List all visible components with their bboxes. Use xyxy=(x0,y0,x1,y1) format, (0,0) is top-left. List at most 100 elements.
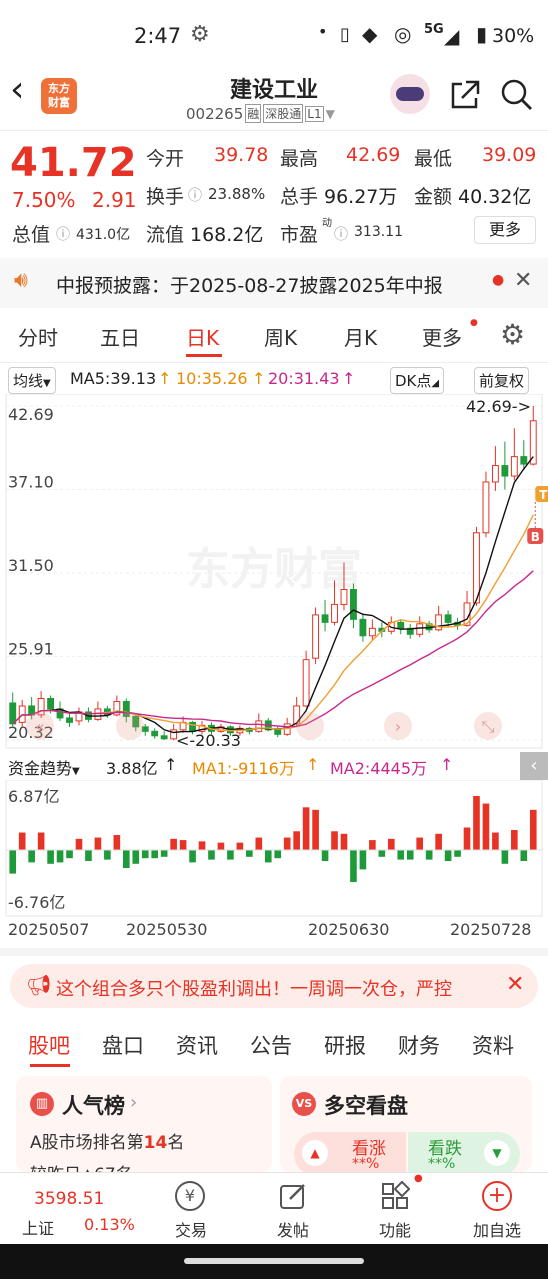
flow-bar-inflow xyxy=(369,840,376,850)
bear-button[interactable]: 看跌 **% ▼ xyxy=(408,1132,520,1172)
dk-point-button[interactable]: DK点◢ xyxy=(390,367,445,394)
fund-flow-select[interactable]: 资金趋势▼ xyxy=(8,755,80,779)
float-label: 流值 xyxy=(146,224,185,246)
sentiment-card[interactable]: VS 多空看盘 ▲ 看涨 **% 看跌 **% ▼ xyxy=(280,1076,532,1172)
candle-body xyxy=(151,730,159,737)
functions-button[interactable]: ● 功能 xyxy=(364,1173,426,1241)
tab-research[interactable]: 研报 xyxy=(324,1030,366,1060)
popularity-card[interactable]: ▥ 人气榜 › A股市场排名第14名 较昨日▲67名 xyxy=(16,1076,272,1172)
tab-more[interactable]: 更多 xyxy=(422,322,462,351)
chart-zoom-in-button[interactable] xyxy=(296,712,324,740)
tab-announcements[interactable]: 公告 xyxy=(250,1030,292,1060)
home-gesture-handle[interactable] xyxy=(184,1258,364,1264)
candle-body xyxy=(350,588,357,620)
settings-gear-icon[interactable]: ⚙ xyxy=(500,318,525,351)
info-icon[interactable]: ⓘ xyxy=(188,185,202,205)
flow-bar-outflow xyxy=(141,850,149,859)
up-arrow-icon: ↑ xyxy=(306,755,320,774)
add-watchlist-button[interactable]: + 加自选 xyxy=(464,1179,530,1241)
high-value: 42.69 xyxy=(346,144,401,166)
info-icon[interactable]: ⓘ xyxy=(56,224,70,244)
hotspot-icon: ◎ xyxy=(394,22,412,46)
notice-bar[interactable]: 🔊︎ 中报预披露：于2025-08-27披露2025年中报 ● ✕ xyxy=(0,258,548,308)
popularity-change: 较昨日▲67名 xyxy=(30,1160,133,1172)
candle-body xyxy=(368,627,376,637)
dk-point-label: DK点 xyxy=(395,372,432,390)
high-label: 最高 xyxy=(280,148,319,170)
flow-bar-outflow xyxy=(274,850,282,859)
low-value: 39.09 xyxy=(482,144,537,166)
functions-label: 功能 xyxy=(378,1221,411,1240)
flow-bar-outflow xyxy=(28,850,35,863)
tab-profile[interactable]: 资料 xyxy=(472,1030,514,1060)
tab-monthly-k[interactable]: 月K xyxy=(344,322,377,351)
candle-body xyxy=(274,729,282,735)
assistant-avatar[interactable] xyxy=(390,74,430,114)
y-tick-label: 31.50 xyxy=(8,556,54,575)
index-ticker[interactable]: 3598.51 上证 0.13% xyxy=(0,1173,150,1245)
flow-bar-inflow xyxy=(302,807,310,850)
trade-button[interactable]: ¥ 交易 xyxy=(160,1179,222,1241)
flow-bar-outflow xyxy=(208,850,215,860)
tab-weekly-k[interactable]: 周K xyxy=(264,322,297,351)
share-icon[interactable] xyxy=(448,78,482,112)
post-button[interactable]: 发帖 xyxy=(262,1179,324,1241)
candle-body xyxy=(18,705,26,723)
info-icon[interactable]: ⓘ xyxy=(334,224,348,244)
close-icon[interactable]: ✕ xyxy=(514,268,532,293)
candlestick-chart[interactable]: 42.6937.1031.5025.9120.32东方财富42.69-><-20… xyxy=(0,394,548,750)
flow-bar-outflow xyxy=(104,850,111,860)
tab-orderbook[interactable]: 盘口 xyxy=(102,1030,144,1060)
flow-bar-outflow xyxy=(321,850,329,861)
promo-banner[interactable]: 📢︎ 这个组合多只个股盈利调出！一周调一次仓，严控 ✕ xyxy=(10,964,538,1008)
rank-value: 14 xyxy=(143,1133,168,1153)
unread-dot-icon: ● xyxy=(414,1173,423,1184)
candle-body xyxy=(94,708,102,720)
flow-bar-outflow xyxy=(56,850,64,863)
promo-text: 这个组合多只个股盈利调出！一周调一次仓，严控 xyxy=(56,979,452,1000)
candle-body xyxy=(510,456,518,477)
tab-financials[interactable]: 财务 xyxy=(398,1030,440,1060)
close-icon[interactable]: ✕ xyxy=(506,972,524,997)
tab-forum[interactable]: 股吧 xyxy=(28,1030,70,1060)
versus-icon: VS xyxy=(292,1092,316,1116)
tab-daily-k[interactable]: 日K xyxy=(186,322,219,351)
more-button[interactable]: 更多 xyxy=(474,216,536,244)
double-left-icon: « xyxy=(35,717,45,736)
flow-bar-inflow xyxy=(312,809,319,850)
candle-body xyxy=(312,614,320,659)
flow-bar-outflow xyxy=(350,850,357,882)
y-tick-label: 42.69 xyxy=(8,405,54,424)
quote-panel: 41.72 7.50% 2.91 总值 ⓘ 431.0亿 今开 39.78 最高… xyxy=(0,130,548,250)
bull-button[interactable]: ▲ 看涨 **% xyxy=(294,1132,406,1172)
search-icon[interactable] xyxy=(500,78,534,112)
ma-select[interactable]: 均线▼ xyxy=(8,367,56,394)
dropdown-icon[interactable]: ▼ xyxy=(326,107,335,121)
low-label: 最低 xyxy=(414,148,453,170)
fund-flow-chart[interactable]: 6.87亿 -6.76亿 xyxy=(0,780,548,918)
collapse-arrow-icon[interactable]: ‹ xyxy=(520,752,548,780)
tab-five-day[interactable]: 五日 xyxy=(100,322,140,351)
index-name: 上证 xyxy=(22,1219,55,1238)
tab-intraday[interactable]: 分时 xyxy=(18,322,58,351)
flow-bar-outflow xyxy=(227,850,234,860)
pe-dynamic-mark: 动 xyxy=(322,218,332,229)
section-gap xyxy=(0,948,548,956)
volume-value: 96.27万 xyxy=(324,186,398,208)
tab-underline xyxy=(186,354,222,357)
battery-icon: ▮ xyxy=(476,22,488,46)
unread-dot-icon: ● xyxy=(470,318,478,328)
flow-bar-inflow xyxy=(435,833,442,850)
turnover-value: 23.88% xyxy=(208,185,266,203)
chart-prev2-button[interactable] xyxy=(116,712,144,740)
tab-news[interactable]: 资讯 xyxy=(176,1030,218,1060)
candle-body xyxy=(331,603,338,623)
ma10-up-icon: ↑ xyxy=(252,369,266,388)
flow-bar-inflow xyxy=(198,841,206,850)
adjust-button[interactable]: 前复权 xyxy=(474,367,530,394)
candle-body xyxy=(520,456,528,465)
candle-body xyxy=(435,614,443,631)
flow-bar-inflow xyxy=(331,831,338,850)
fund-flow-ma2: MA2:4445万 xyxy=(330,759,428,778)
mcap-value: 431.0亿 xyxy=(76,227,131,243)
